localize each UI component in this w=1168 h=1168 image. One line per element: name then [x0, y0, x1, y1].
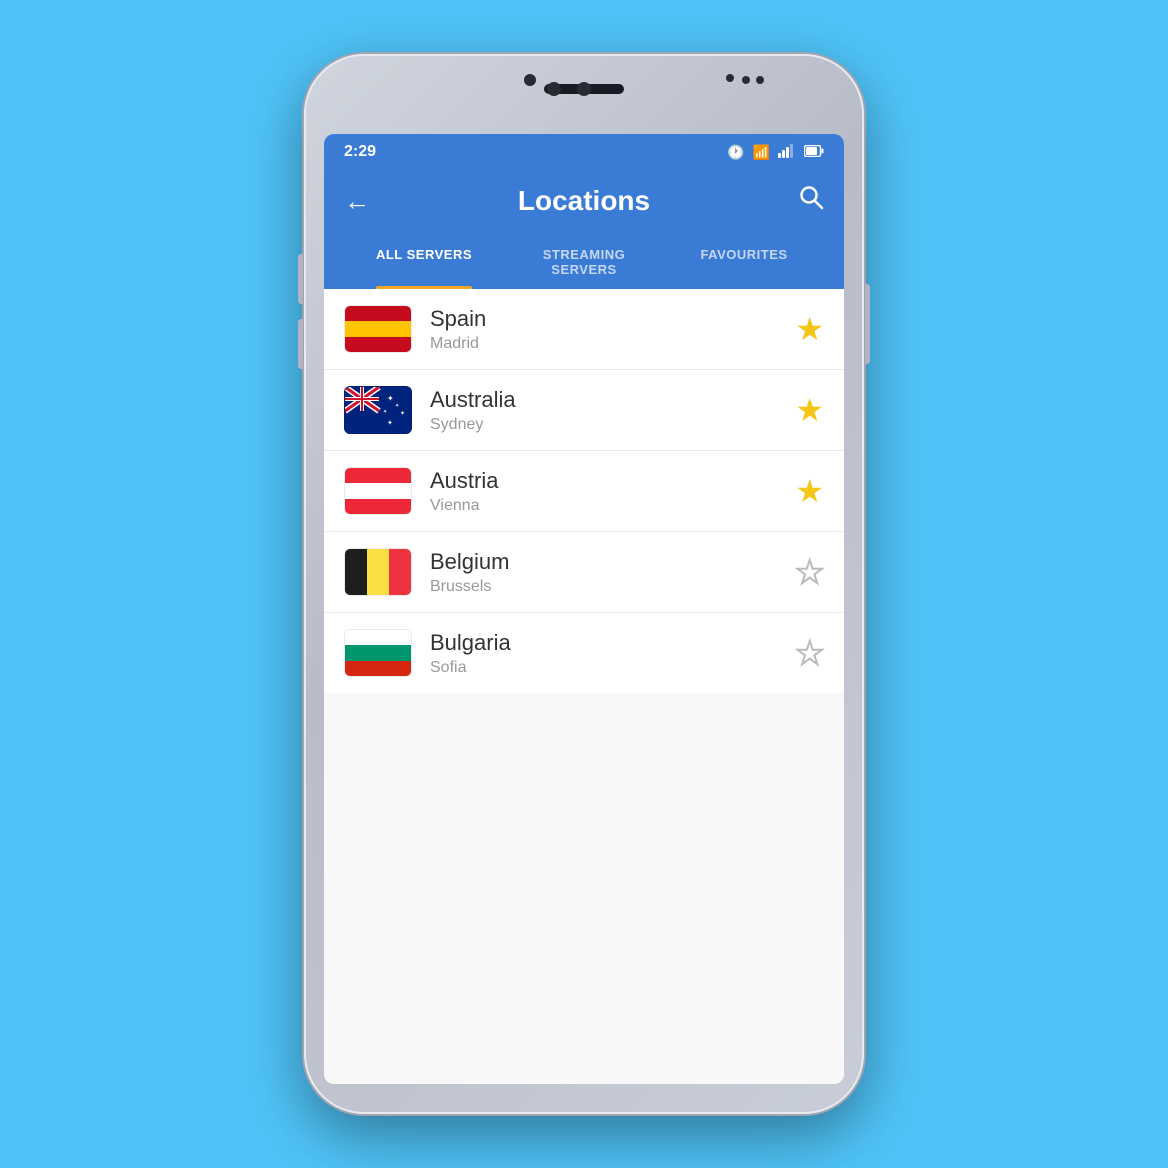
list-item[interactable]: Austria Vienna ★ — [324, 451, 844, 532]
city-name: Sofia — [430, 659, 795, 677]
city-name: Sydney — [430, 416, 795, 434]
tab-bar: ALL SERVERS STREAMING SERVERS FAVOURITES — [344, 233, 824, 289]
favourite-star[interactable]: ★ — [795, 394, 824, 426]
locations-list: Spain Madrid ★ — [324, 289, 844, 1084]
status-bar: 2:29 🕐 📶 — [324, 134, 844, 170]
list-item[interactable]: Belgium Brussels ★ — [324, 532, 844, 613]
status-icons: 🕐 📶 — [727, 144, 824, 161]
svg-text:✦: ✦ — [395, 403, 399, 409]
app-header: ← Locations ALL SERVERS STREAMING SERVER… — [324, 170, 844, 289]
svg-text:✦: ✦ — [383, 409, 387, 415]
location-info: Austria Vienna — [430, 468, 795, 515]
sensor-cluster — [742, 76, 764, 84]
phone-screen: 2:29 🕐 📶 — [324, 134, 844, 1084]
power-button[interactable] — [865, 284, 870, 364]
search-button[interactable] — [798, 184, 824, 217]
back-button[interactable]: ← — [344, 188, 370, 214]
country-name: Spain — [430, 306, 795, 332]
city-name: Vienna — [430, 497, 795, 515]
alarm-icon: 🕐 — [727, 144, 744, 161]
favourite-star[interactable]: ★ — [795, 556, 824, 588]
camera-dot-icon — [577, 82, 591, 96]
volume-up-button[interactable] — [298, 254, 303, 304]
status-time: 2:29 — [344, 143, 376, 161]
city-name: Brussels — [430, 578, 795, 596]
country-name: Austria — [430, 468, 795, 494]
list-item[interactable]: Spain Madrid ★ — [324, 289, 844, 370]
ir-sensor-icon — [726, 74, 734, 82]
svg-text:✦: ✦ — [387, 394, 394, 403]
tab-all-servers[interactable]: ALL SERVERS — [344, 233, 504, 289]
favourite-star[interactable]: ★ — [795, 637, 824, 669]
tab-streaming-servers[interactable]: STREAMING SERVERS — [504, 233, 664, 289]
tab-favourites[interactable]: FAVOURITES — [664, 233, 824, 289]
flag-austria — [344, 467, 412, 515]
country-name: Bulgaria — [430, 630, 795, 656]
favourite-star[interactable]: ★ — [795, 475, 824, 507]
wifi-icon: 📶 — [753, 144, 770, 161]
list-item[interactable]: Bulgaria Sofia ★ — [324, 613, 844, 693]
city-name: Madrid — [430, 335, 795, 353]
flag-belgium — [344, 548, 412, 596]
front-camera-icon — [524, 74, 536, 86]
location-info: Bulgaria Sofia — [430, 630, 795, 677]
phone-notch — [304, 54, 864, 134]
page-title: Locations — [518, 185, 650, 217]
flag-spain — [344, 305, 412, 353]
location-info: Spain Madrid — [430, 306, 795, 353]
location-info: Belgium Brussels — [430, 549, 795, 596]
list-item[interactable]: ✦ ✦ ✦ ✦ ✦ Australia Sydney ★ — [324, 370, 844, 451]
country-name: Belgium — [430, 549, 795, 575]
svg-text:✦: ✦ — [387, 419, 393, 427]
country-name: Australia — [430, 387, 795, 413]
volume-down-button[interactable] — [298, 319, 303, 369]
favourite-star[interactable]: ★ — [795, 313, 824, 345]
phone-frame: 2:29 🕐 📶 — [304, 54, 864, 1114]
location-info: Australia Sydney — [430, 387, 795, 434]
flag-bulgaria — [344, 629, 412, 677]
signal-icon — [778, 144, 796, 161]
svg-text:✦: ✦ — [400, 410, 405, 417]
battery-icon — [804, 144, 824, 160]
flag-australia: ✦ ✦ ✦ ✦ ✦ — [344, 386, 412, 434]
